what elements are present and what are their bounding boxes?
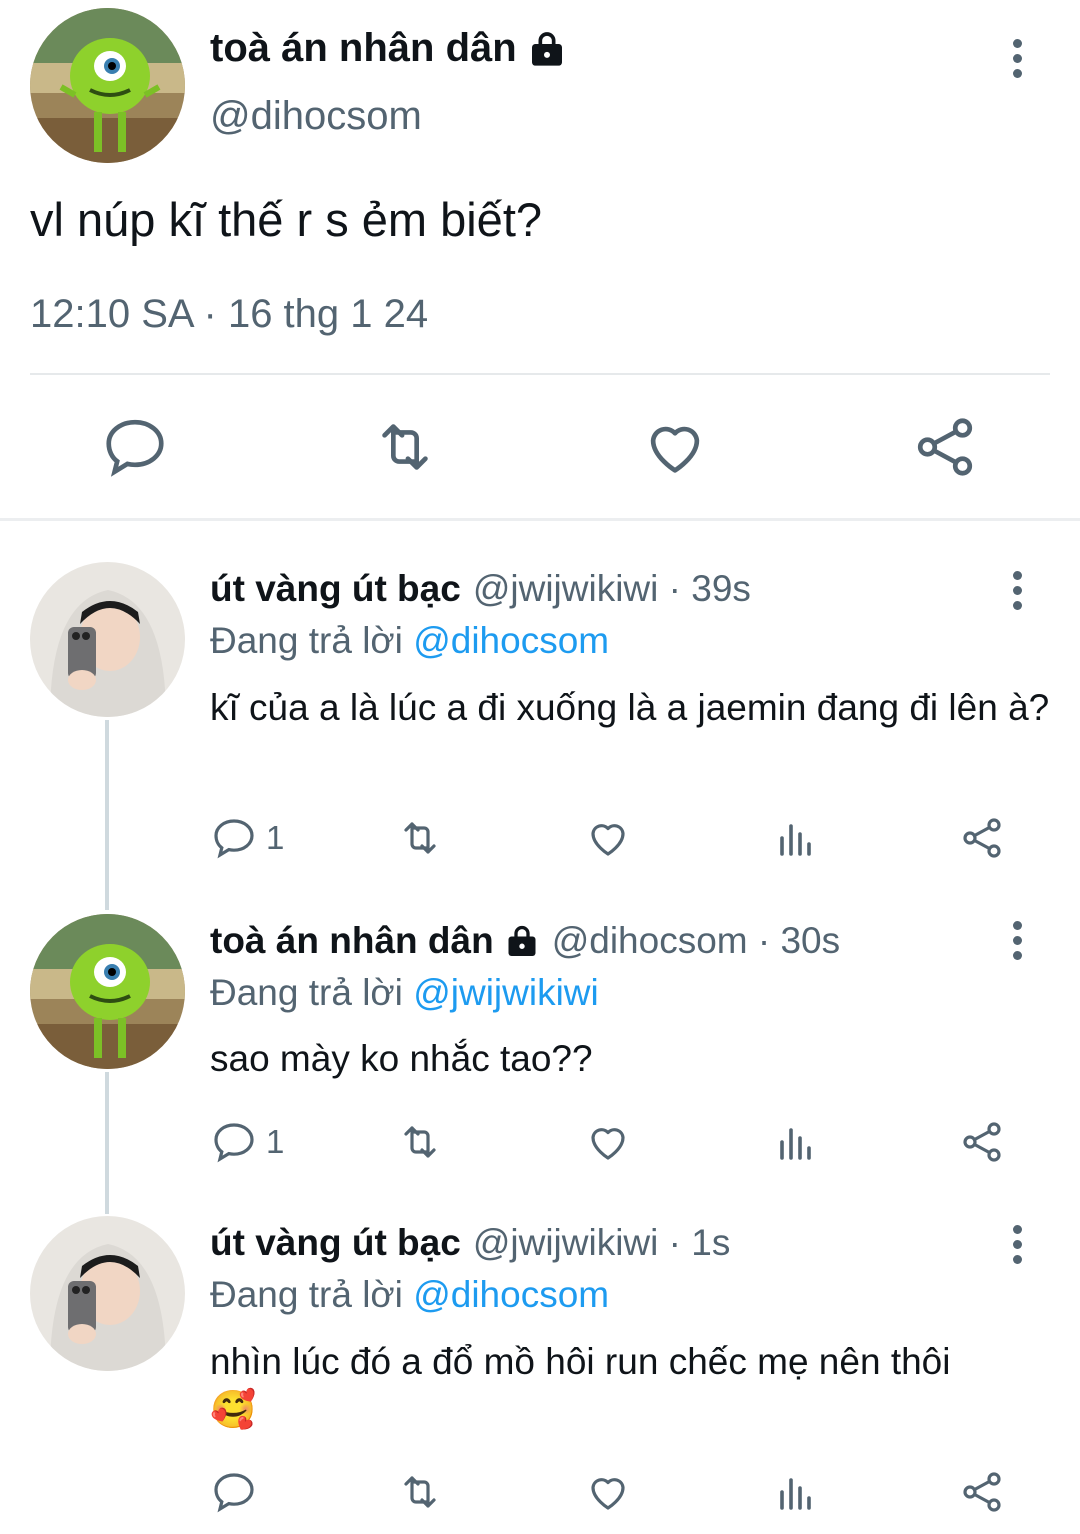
reply-author-name[interactable]: út vàng út bạc [210, 1222, 461, 1264]
reply-button[interactable]: 1 [210, 808, 284, 868]
retweet-button[interactable] [396, 808, 444, 868]
retweet-button[interactable] [370, 412, 440, 482]
more-options-icon[interactable] [1002, 560, 1032, 620]
views-chart-icon [780, 1128, 811, 1160]
like-button[interactable] [584, 1462, 632, 1522]
views-chart-icon [780, 1478, 811, 1510]
replying-to: Đang trả lời @jwijwikiwi [210, 972, 599, 1014]
share-button[interactable] [958, 1462, 1006, 1522]
views-chart-icon [780, 824, 811, 856]
mike-wazowski-avatar [30, 8, 185, 163]
retweet-button[interactable] [396, 1112, 444, 1172]
retweet-icon [404, 822, 436, 854]
tweet-text: vl núp kĩ thế r s ẻm biết? [30, 193, 543, 246]
reply-text: sao mày ko nhắc tao?? [210, 1038, 593, 1079]
replying-to: Đang trả lời @dihocsom [210, 620, 609, 662]
author-handle[interactable]: @dihocsom [210, 94, 422, 139]
replying-prefix: Đang trả lời [210, 972, 403, 1013]
replying-to-link[interactable]: @jwijwikiwi [413, 972, 599, 1013]
lock-icon [508, 925, 536, 956]
retweet-icon [382, 424, 428, 470]
share-icon [963, 1122, 1001, 1162]
replying-to: Đang trả lời @dihocsom [210, 1274, 609, 1316]
reply-actions [210, 1462, 1020, 1522]
replying-prefix: Đang trả lời [210, 620, 403, 661]
author-name[interactable]: toà án nhân dân [210, 26, 567, 71]
views-button[interactable] [772, 1112, 820, 1172]
share-icon [963, 818, 1001, 858]
thread-line [105, 720, 109, 910]
hoodie-boy-avatar [30, 1216, 185, 1371]
reply-author-name[interactable]: toà án nhân dân [210, 920, 494, 962]
reply-icon [106, 419, 164, 477]
reply-button[interactable] [210, 1462, 266, 1522]
reply-handle-time[interactable]: @jwijwikiwi · 39s [473, 568, 751, 610]
replying-prefix: Đang trả lời [210, 1274, 403, 1315]
like-button[interactable] [640, 412, 710, 482]
author-avatar[interactable] [30, 8, 185, 163]
more-options-icon[interactable] [1002, 910, 1032, 970]
lock-icon [531, 31, 562, 66]
reply-actions: 1 [210, 808, 1020, 868]
retweet-icon [404, 1126, 436, 1158]
like-button[interactable] [584, 1112, 632, 1172]
reply-text: kĩ của a là lúc a đi xuống là a jaemin đ… [210, 687, 1050, 728]
reply-count: 1 [266, 819, 285, 856]
mike-wazowski-avatar [30, 914, 185, 1069]
reply-icon [214, 1473, 254, 1513]
divider [30, 373, 1050, 375]
like-button[interactable] [584, 808, 632, 868]
share-button[interactable] [910, 412, 980, 482]
heart-icon [591, 824, 625, 856]
reply-avatar[interactable] [30, 1216, 185, 1371]
replying-to-link[interactable]: @dihocsom [413, 1274, 609, 1315]
reply-avatar[interactable] [30, 914, 185, 1069]
thread-line [105, 1072, 109, 1214]
author-name-text: toà án nhân dân [210, 26, 517, 70]
tweet-time: 12:10 SA [30, 292, 193, 336]
reply-actions: 1 [210, 1112, 1020, 1172]
reply-header: toà án nhân dân @dihocsom · 30s [210, 920, 840, 962]
more-options-icon[interactable] [1002, 1214, 1032, 1274]
heart-icon [591, 1128, 625, 1160]
retweet-icon [404, 1476, 436, 1508]
heart-icon [591, 1478, 625, 1510]
share-button[interactable] [958, 808, 1006, 868]
section-divider [0, 518, 1080, 521]
hoodie-boy-avatar [30, 562, 185, 717]
reply-header: út vàng út bạc @jwijwikiwi · 39s [210, 568, 751, 610]
more-options-icon[interactable] [1002, 28, 1032, 88]
share-icon [917, 418, 973, 476]
reply-icon [214, 1123, 254, 1163]
share-icon [963, 1472, 1001, 1512]
tweet-timestamp[interactable]: 12:10 SA · 16 thg 1 24 [30, 292, 428, 337]
reply-avatar[interactable] [30, 562, 185, 717]
reply-author-name[interactable]: út vàng út bạc [210, 568, 461, 610]
tweet-date: 16 thg 1 24 [227, 292, 429, 336]
reply-text: nhìn lúc đó a đổ mồ hôi run chếc mẹ nên … [210, 1341, 951, 1430]
reply-count: 1 [266, 1123, 285, 1160]
reply-button[interactable] [100, 412, 170, 482]
replying-to-link[interactable]: @dihocsom [413, 620, 609, 661]
reply-icon [214, 819, 254, 859]
reply-handle-time[interactable]: @dihocsom · 30s [552, 920, 840, 962]
reply-header: út vàng út bạc @jwijwikiwi · 1s [210, 1222, 730, 1264]
retweet-button[interactable] [396, 1462, 444, 1522]
views-button[interactable] [772, 808, 820, 868]
meta-separator: · [203, 292, 217, 336]
heart-icon [650, 426, 700, 473]
views-button[interactable] [772, 1462, 820, 1522]
reply-button[interactable]: 1 [210, 1112, 284, 1172]
reply-handle-time[interactable]: @jwijwikiwi · 1s [473, 1222, 731, 1264]
share-button[interactable] [958, 1112, 1006, 1172]
